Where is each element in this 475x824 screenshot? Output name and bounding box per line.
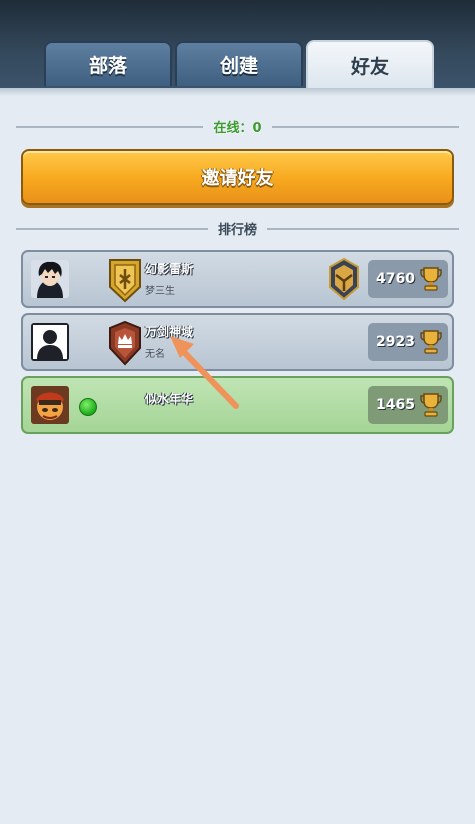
divider-line [16, 227, 208, 230]
tab-clan[interactable]: 部落 [44, 41, 172, 86]
divider-line [16, 125, 204, 128]
friend-name: 幻影雷斯 [145, 262, 194, 276]
trophy-icon [420, 393, 442, 417]
default-avatar-icon [31, 323, 69, 361]
online-status-icon [79, 398, 97, 416]
friend-row[interactable]: 万剑神域 无名 2923 [21, 313, 454, 371]
friend-row-self[interactable]: 似水年华 1465 [21, 376, 454, 434]
trophy-count-box: 4760 [368, 260, 448, 298]
friend-name: 万剑神域 [145, 325, 194, 339]
online-divider: 在线：0 [16, 117, 460, 136]
online-count: 在线：0 [213, 121, 262, 136]
clan-badge-icon [109, 320, 141, 366]
friend-row[interactable]: 幻影雷斯 梦三生 4760 [21, 250, 454, 308]
trophy-icon [420, 267, 442, 291]
trophy-count-box: 1465 [368, 386, 448, 424]
trophy-count-box: 2923 [368, 323, 448, 361]
divider-line [267, 227, 460, 230]
clan-badge-icon [109, 259, 141, 303]
league-icon [329, 257, 359, 301]
divider-line [271, 125, 460, 128]
tab-create[interactable]: 创建 [175, 41, 303, 86]
ranking-title: 排行榜 [218, 223, 258, 238]
friend-name: 似水年华 [145, 392, 194, 406]
invite-friends-button[interactable]: 邀请好友 [21, 149, 454, 205]
friend-avatar [31, 260, 69, 298]
header-shadow [0, 88, 475, 96]
friend-avatar [31, 386, 69, 424]
tab-friends[interactable]: 好友 [306, 40, 434, 88]
trophy-icon [420, 330, 442, 354]
friend-clan: 无名 [145, 349, 165, 360]
friend-clan: 梦三生 [145, 286, 175, 297]
trophy-count: 2923 [376, 334, 415, 350]
trophy-count: 1465 [376, 397, 415, 413]
trophy-count: 4760 [376, 271, 415, 287]
ranking-divider: 排行榜 [16, 219, 460, 238]
